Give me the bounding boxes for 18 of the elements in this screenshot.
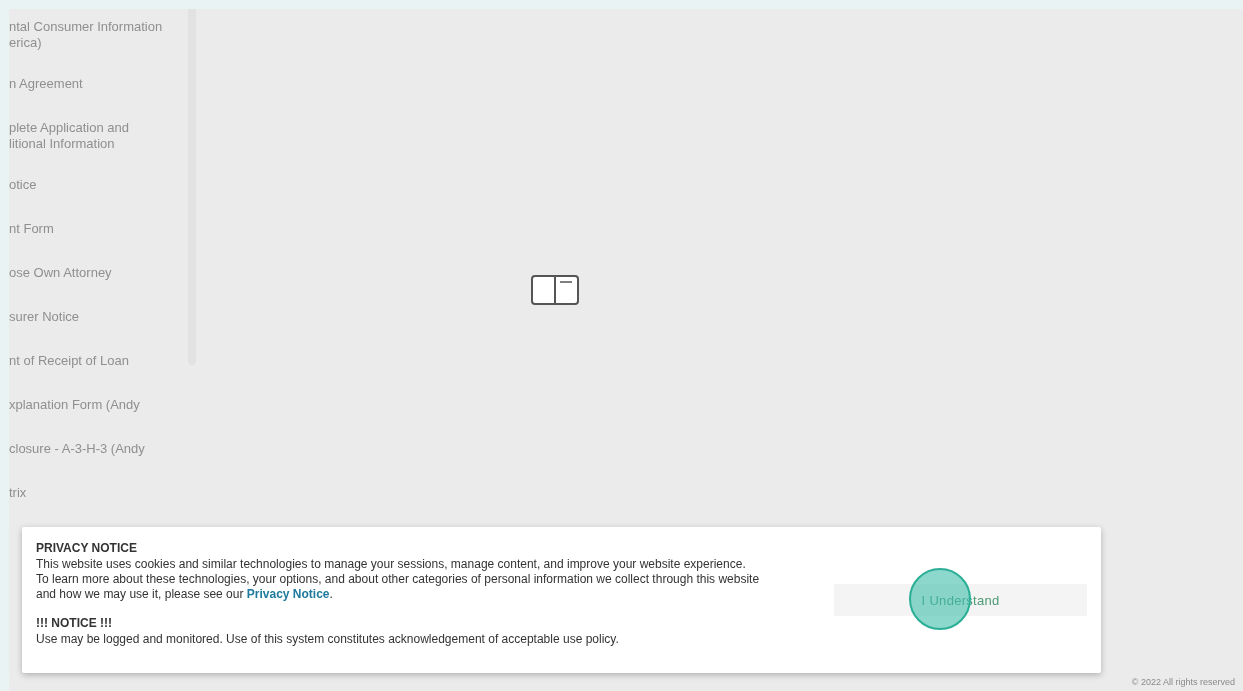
book-icon — [530, 275, 579, 305]
sidebar-item[interactable]: trix — [9, 485, 188, 501]
sidebar-item[interactable]: n Agreement — [9, 76, 188, 92]
sidebar-item[interactable]: plete Application and litional Information — [9, 120, 188, 152]
privacy-notice-link[interactable]: Privacy Notice — [246, 587, 330, 601]
privacy-text: This website uses cookies and similar technologies to manage your sessions, manage content, and improve your website experience. To learn more about these technologies, your options, and about other categories of personal information we collect through this website and how we may use it, please see our Privacy Notice. — [36, 557, 761, 602]
sidebar-item[interactable]: closure - A-3-H-3 (Andy — [9, 441, 188, 457]
sidebar-item[interactable]: nt of Receipt of Loan — [9, 353, 188, 369]
dialog-title: PRIVACY NOTICE — [36, 541, 138, 556]
copyright-text: © 2022 All rights reserved — [1131, 677, 1235, 687]
sidebar-item[interactable]: ntal Consumer Information erica) — [9, 19, 188, 51]
notice-text: Use may be logged and monitored. Use of this system constitutes acknowledgement of acceptable use policy. — [36, 632, 619, 646]
notice-title: !!! NOTICE !!! — [36, 616, 113, 631]
sidebar-item[interactable]: nt Form — [9, 221, 188, 237]
sidebar-item[interactable]: xplanation Form (Andy — [9, 397, 188, 413]
sidebar-item[interactable]: ose Own Attorney — [9, 265, 188, 281]
sidebar-item[interactable]: surer Notice — [9, 309, 188, 325]
sidebar-item[interactable]: otice — [9, 177, 188, 193]
